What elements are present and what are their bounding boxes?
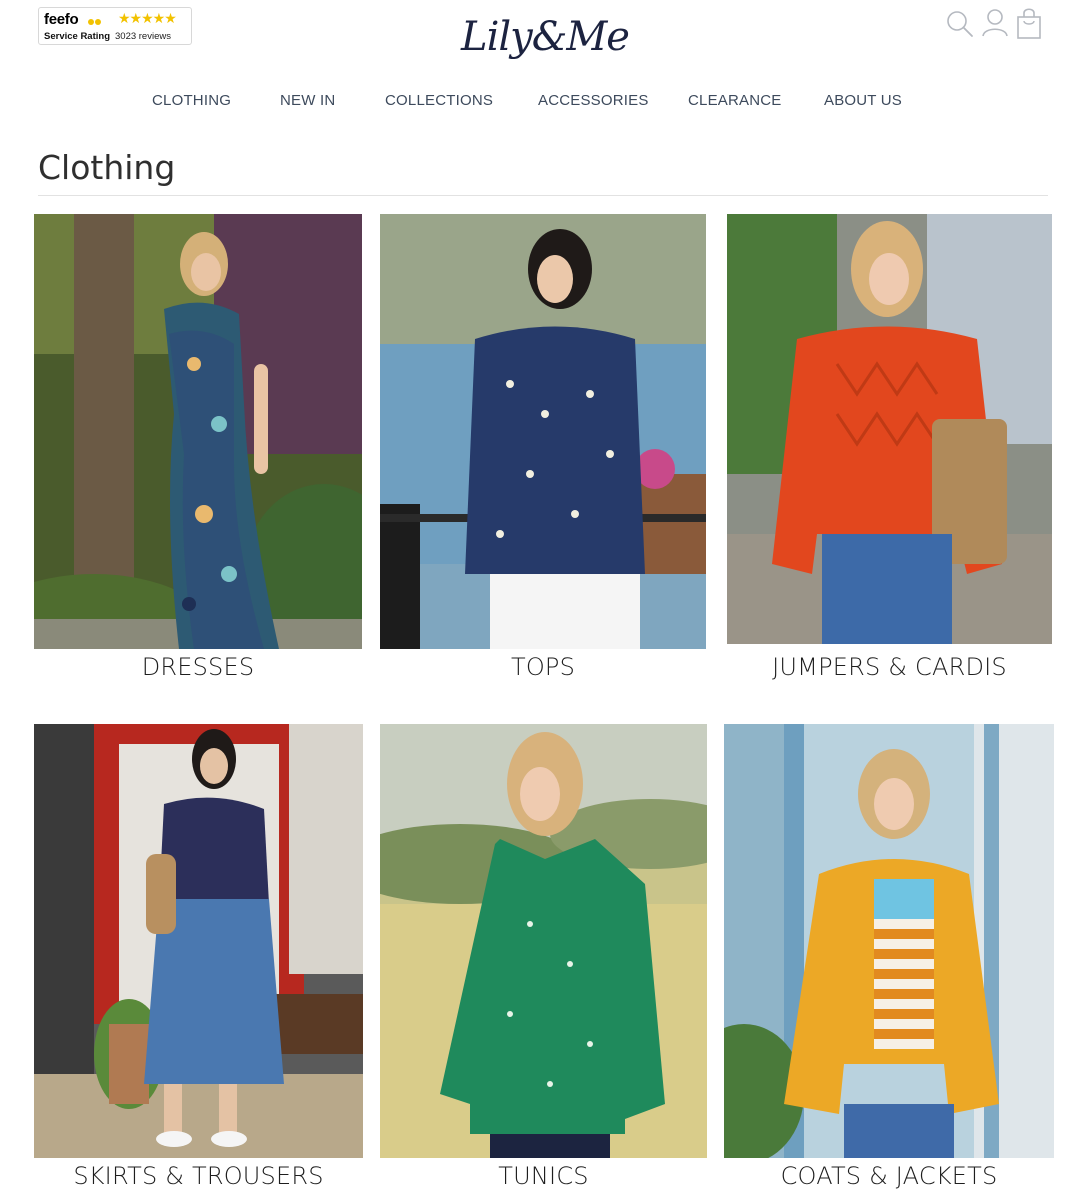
nav-item-clearance[interactable]: CLEARANCE [688, 92, 782, 109]
category-image-coats-jackets[interactable] [724, 724, 1054, 1158]
nav-item-clothing[interactable]: CLOTHING [152, 92, 231, 109]
category-label-dresses[interactable]: DRESSES [34, 653, 362, 681]
category-image-tops[interactable] [380, 214, 706, 649]
logo-text: Lily&Me [461, 14, 630, 60]
category-image-tunics[interactable] [380, 724, 707, 1158]
search-icon[interactable] [945, 6, 975, 40]
page-title: Clothing [38, 148, 176, 187]
category-image-skirts-trousers[interactable] [34, 724, 363, 1158]
category-label-skirts-trousers[interactable]: SKIRTS & TROUSERS [34, 1162, 363, 1190]
nav-item-new-in[interactable]: NEW IN [280, 92, 335, 109]
title-divider [38, 195, 1048, 196]
feefo-dots-icon [88, 12, 104, 25]
service-rating-label: Service Rating [44, 31, 110, 42]
feefo-logo: feefo [44, 11, 79, 28]
category-image-jumpers-cardis[interactable] [727, 214, 1052, 644]
page: feefo ★★★★★ Service Rating 3023 reviews … [0, 0, 1073, 1200]
feefo-badge[interactable]: feefo ★★★★★ Service Rating 3023 reviews [38, 7, 192, 45]
site-logo[interactable]: Lily&Me [455, 2, 635, 72]
main-navigation: CLOTHING NEW IN COLLECTIONS ACCESSORIES … [0, 92, 1073, 116]
nav-item-collections[interactable]: COLLECTIONS [385, 92, 493, 109]
category-label-tops[interactable]: TOPS [380, 653, 706, 681]
rating-stars: ★★★★★ [118, 11, 177, 27]
category-label-tunics[interactable]: TUNICS [380, 1162, 707, 1190]
review-count: 3023 reviews [115, 31, 171, 42]
shopping-bag-icon[interactable] [1014, 6, 1044, 40]
account-icon[interactable] [980, 6, 1010, 40]
nav-item-accessories[interactable]: ACCESSORIES [538, 92, 649, 109]
nav-item-about-us[interactable]: ABOUT US [824, 92, 902, 109]
category-label-jumpers-cardis[interactable]: JUMPERS & CARDIS [727, 653, 1052, 681]
category-label-coats-jackets[interactable]: COATS & JACKETS [724, 1162, 1054, 1190]
category-image-dresses[interactable] [34, 214, 362, 649]
